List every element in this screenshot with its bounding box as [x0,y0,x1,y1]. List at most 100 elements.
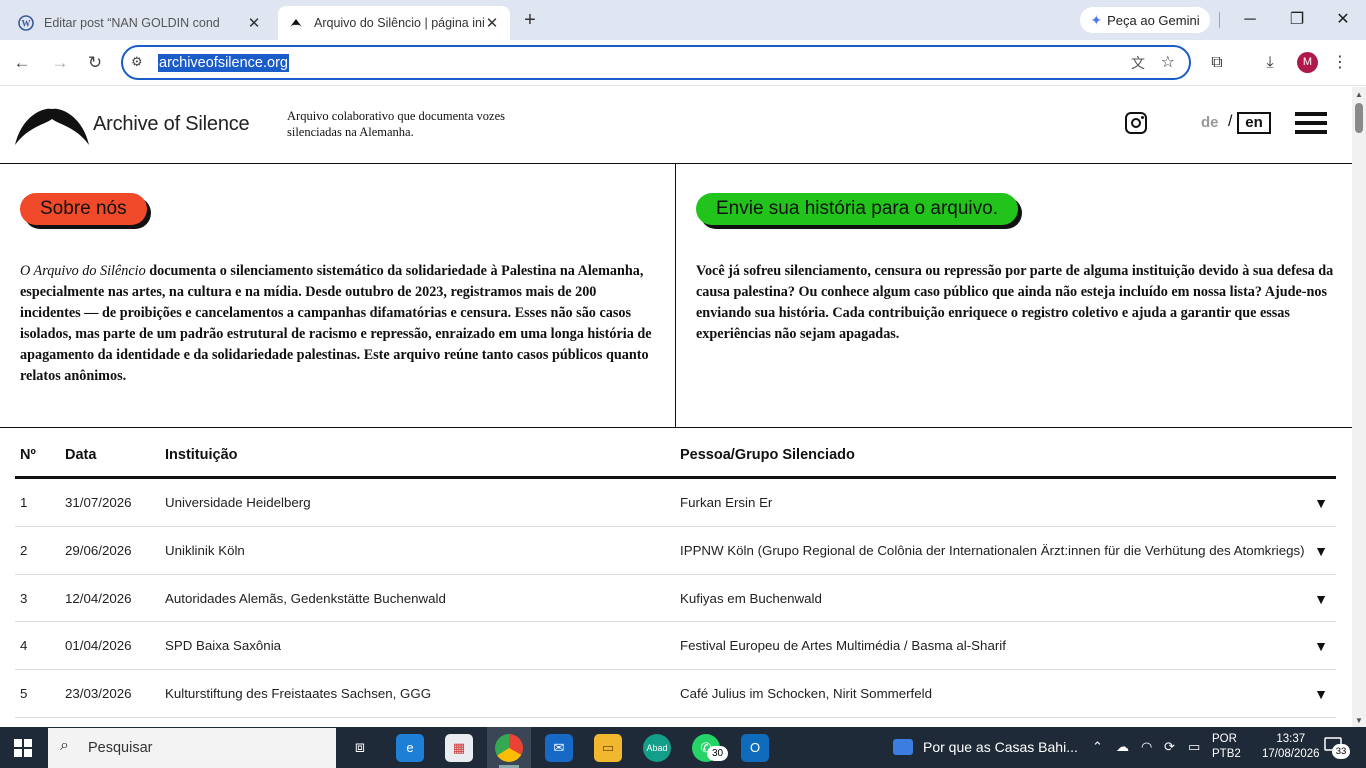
expand-arrow-icon[interactable]: ▼ [1314,686,1328,702]
cell-date: 12/04/2026 [65,590,132,606]
notifications-icon[interactable]: 33 [1324,737,1350,759]
col-header-num[interactable]: Nº [20,447,36,463]
forward-icon[interactable]: → [48,51,72,75]
browser-toolbar: ← → ↻ ⚙ archiveofsilence.org 文 ☆ ⧉ ⤓ M ⋮ [0,40,1366,86]
cell-institution: SPD Baixa Saxônia [165,638,282,654]
abacus-app-icon[interactable]: Abad [643,734,671,762]
scroll-up-icon[interactable]: ▲ [1355,90,1363,99]
hamburger-menu-icon[interactable] [1295,112,1327,134]
news-widget[interactable]: Por que as Casas Bahi... [893,739,1078,755]
cell-num: 1 [20,495,28,510]
store-icon[interactable]: ▦ [445,734,473,762]
about-text-title: O Arquivo do Silêncio [20,263,146,279]
about-text-body: documenta o silenciamento sistemático da… [20,263,652,384]
web-page: Archive of Silence Arquivo colaborativo … [0,87,1352,727]
instagram-icon[interactable] [1125,112,1147,134]
back-icon[interactable]: ← [10,51,34,75]
site-name[interactable]: Archive of Silence [93,113,250,136]
clock[interactable]: 13:37 17/08/2026 [1262,732,1320,762]
cell-person: Kufiyas em Buchenwald [680,590,822,606]
cell-institution: Kulturstiftung des Freistaates Sachsen, … [165,686,432,702]
intro-section: Sobre nós O Arquivo do Silêncio document… [0,164,1352,428]
site-info-icon[interactable]: ⚙ [131,54,143,70]
close-window-icon[interactable]: ✕ [1331,8,1355,32]
expand-arrow-icon[interactable]: ▼ [1314,591,1328,607]
taskbar-search[interactable]: ⌕ Pesquisar [48,728,336,768]
address-bar[interactable]: ⚙ archiveofsilence.org 文 ☆ [121,45,1191,80]
close-tab-icon[interactable]: ✕ [246,14,262,32]
edge-icon[interactable]: e [396,734,424,762]
expand-arrow-icon[interactable]: ▼ [1314,543,1328,559]
site-header: Archive of Silence Arquivo colaborativo … [0,87,1352,164]
restore-icon[interactable]: ❐ [1285,8,1309,32]
col-header-person[interactable]: Pessoa/Grupo Silenciado [680,447,855,463]
tab-title: Editar post “NAN GOLDIN cond [44,16,220,30]
input-language[interactable]: POR PTB2 [1212,732,1241,762]
table-row[interactable]: 4 01/04/2026 SPD Baixa Saxônia Festival … [15,622,1336,671]
gemini-sparkle-icon: ✦ [1090,11,1103,28]
col-header-date[interactable]: Data [65,447,96,463]
gemini-button[interactable]: ✦ Peça ao Gemini [1080,7,1210,33]
whatsapp-badge: 30 [707,746,728,761]
tab-edit-post[interactable]: W Editar post “NAN GOLDIN cond ✕ [8,6,272,40]
cell-person: Café Julius im Schocken, Nirit Sommerfel… [680,686,932,702]
url-text[interactable]: archiveofsilence.org [158,54,289,72]
column-divider [675,164,676,428]
tray-chevron-icon[interactable]: ⌃ [1092,739,1103,755]
archive-logo-icon [288,15,304,31]
submit-text: Você já sofreu silenciamento, censura ou… [696,263,1334,342]
wordpress-icon: W [18,15,34,31]
profile-avatar[interactable]: M [1297,52,1318,73]
col-header-institution[interactable]: Instituição [165,447,238,463]
clock-time: 13:37 [1276,733,1306,745]
minimize-icon[interactable]: ─ [1238,8,1262,32]
archive-logo-icon[interactable] [14,97,90,154]
tab-archive-of-silence[interactable]: Arquivo do Silêncio | página ini ✕ [278,6,510,40]
tabbar-divider [1219,12,1220,28]
about-us-button[interactable]: Sobre nós [20,193,147,225]
chrome-icon[interactable] [495,734,523,762]
lang-de-link[interactable]: de [1201,114,1219,131]
table-row[interactable]: 5 23/03/2026 Kulturstiftung des Freistaa… [15,670,1336,718]
table-header: Nº Data Instituição Pessoa/Grupo Silenci… [15,428,1336,479]
table-row[interactable]: 3 12/04/2026 Autoridades Alemãs, Gedenks… [15,575,1336,623]
reload-icon[interactable]: ↻ [83,51,107,75]
battery-icon[interactable]: ▭ [1188,739,1200,755]
gemini-label: Peça ao Gemini [1107,12,1200,28]
task-view-icon[interactable]: ⧈ [346,734,374,762]
file-explorer-icon[interactable]: ▭ [594,734,622,762]
sync-icon[interactable]: ⟳ [1164,739,1175,755]
cell-date: 31/07/2026 [65,495,132,510]
cell-date: 23/03/2026 [65,686,132,702]
cell-person: Festival Europeu de Artes Multimédia / B… [680,638,1006,654]
scroll-down-icon[interactable]: ▼ [1355,716,1363,725]
mail-icon[interactable]: ✉ [545,734,573,762]
scrollbar-thumb[interactable] [1355,103,1363,133]
download-icon[interactable]: ⤓ [1259,52,1281,74]
cell-num: 3 [20,590,28,606]
tray-cloud-icon[interactable]: ☁ [1116,739,1129,755]
table-row[interactable]: 2 29/06/2026 Uniklinik Köln IPPNW Köln (… [15,527,1336,575]
bookmark-star-icon[interactable]: ☆ [1161,52,1175,72]
menu-kebab-icon[interactable]: ⋮ [1329,52,1351,74]
svg-text:W: W [22,19,31,29]
news-text: Por que as Casas Bahi... [923,739,1078,755]
expand-arrow-icon[interactable]: ▼ [1314,638,1328,654]
new-tab-icon[interactable]: + [518,8,542,32]
translate-icon[interactable]: 文 [1131,53,1145,73]
lang-separator: / [1228,113,1233,130]
extensions-icon[interactable]: ⧉ [1206,52,1228,74]
submit-story-button[interactable]: Envie sua história para o arquivo. [696,193,1018,225]
cell-institution: Uniklinik Köln [165,542,245,558]
wifi-icon[interactable]: ◠ [1141,739,1152,755]
news-icon [893,739,913,755]
table-row[interactable]: 1 31/07/2026 Universidade Heidelberg Fur… [15,479,1336,527]
lang-en-link[interactable]: en [1237,112,1271,134]
expand-arrow-icon[interactable]: ▼ [1314,495,1328,511]
page-scrollbar[interactable]: ▲ ▼ [1352,87,1366,727]
browser-tab-bar: W Editar post “NAN GOLDIN cond ✕ Arquivo… [0,0,1366,40]
cell-date: 01/04/2026 [65,638,132,654]
outlook-icon[interactable]: O [741,734,769,762]
close-tab-icon[interactable]: ✕ [484,14,500,32]
windows-start-icon[interactable] [14,739,32,757]
